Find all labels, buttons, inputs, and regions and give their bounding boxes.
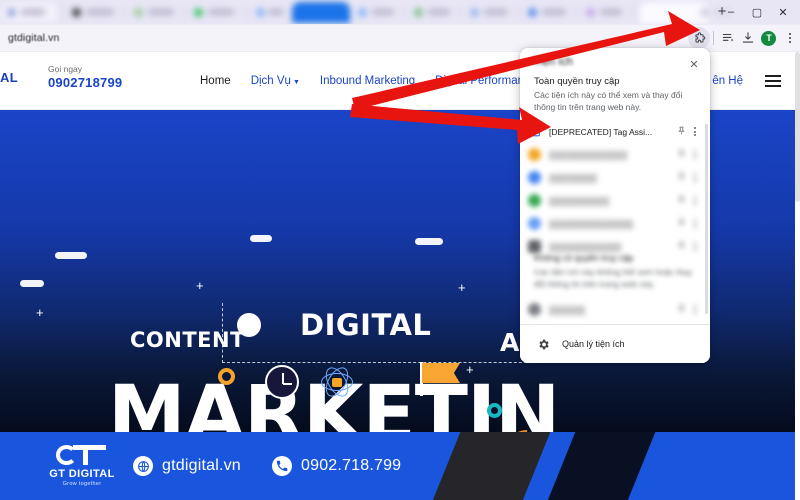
list-item-label: [DEPRECATED] Tag Assi... <box>549 126 653 137</box>
extension-list: [DEPRECATED] Tag Assi... ▒▒▒▒▒▒▒▒▒▒▒▒▒ ▒… <box>520 120 710 258</box>
pin-icon[interactable] <box>674 125 688 139</box>
pin-icon[interactable] <box>674 217 688 231</box>
popup-scrollbar[interactable] <box>705 124 708 314</box>
site-nav-right: ên Hệ <box>712 52 781 110</box>
tag-assistant-icon <box>528 125 541 138</box>
list-item-label: ▒▒▒▒▒▒▒▒▒▒ <box>549 195 610 206</box>
footer-brand-tagline: Grow together <box>62 481 102 487</box>
list-item-label: ▒▒▒▒▒▒▒▒▒▒▒▒▒▒ <box>549 218 634 229</box>
list-item[interactable]: ▒▒▒▒▒▒▒▒ <box>520 166 710 189</box>
pin-icon[interactable] <box>674 148 688 162</box>
call-now-number[interactable]: 0902718799 <box>48 75 122 90</box>
list-item-label: ▒▒▒▒▒▒ <box>549 304 586 315</box>
gear-icon-orange <box>218 368 235 385</box>
site-footer: GT DIGITAL Grow together gtdigital.vn 09… <box>0 432 795 500</box>
chevron-down-icon: ▼ <box>292 79 300 86</box>
no-access-section-desc: Các tiện ích này không thể xem hoặc thay… <box>534 267 693 290</box>
window-controls[interactable]: – ▢ ✕ <box>718 0 796 24</box>
nav-item-home[interactable]: Home <box>200 75 231 87</box>
phone-icon <box>272 456 292 476</box>
pin-icon[interactable] <box>674 194 688 208</box>
footer-phone[interactable]: 0902.718.799 <box>272 456 401 476</box>
globe-icon <box>133 456 153 476</box>
three-dot-menu-icon[interactable] <box>688 218 702 230</box>
extension-icon <box>528 303 541 316</box>
nav-item-lien-he[interactable]: ên Hệ <box>712 75 743 87</box>
extension-icon <box>528 148 541 161</box>
puzzle-piece-icon[interactable] <box>688 27 711 49</box>
atom-icon <box>318 363 356 401</box>
site-logo[interactable]: AL <box>0 70 18 85</box>
hero-word-content: CONTENT <box>130 328 245 352</box>
scrollbar-thumb[interactable] <box>795 52 800 202</box>
close-icon[interactable]: ✕ <box>686 56 702 72</box>
full-access-section-desc: Các tiện ích này có thể xem và thay đổi … <box>534 90 683 113</box>
no-access-section: Không có quyền truy cập Các tiện ích này… <box>534 253 702 291</box>
three-dot-menu-icon[interactable] <box>688 195 702 207</box>
minimize-button[interactable]: – <box>718 0 744 24</box>
pin-icon[interactable] <box>674 240 688 254</box>
gear-icon <box>536 337 550 351</box>
extension-icon <box>528 171 541 184</box>
browser-tab-strip[interactable]: + – ▢ ✕ <box>0 0 800 24</box>
list-item[interactable]: ▒▒▒▒▒▒▒▒▒▒▒▒▒ <box>520 143 710 166</box>
pin-icon[interactable] <box>674 171 688 185</box>
avatar: T <box>761 30 777 46</box>
maximize-button[interactable]: ▢ <box>744 0 770 24</box>
site-nav: Home Dịch Vụ ▼ Inbound Marketing Digital … <box>200 52 565 110</box>
call-now-label: Gọi ngay <box>48 64 83 74</box>
toolbar-actions: T <box>688 25 800 51</box>
extension-icon <box>528 194 541 207</box>
list-item-label: ▒▒▒▒▒▒▒▒▒▒▒▒▒ <box>549 149 628 160</box>
three-dot-menu-icon[interactable] <box>688 172 702 184</box>
list-item-label: ▒▒▒▒▒▒▒▒ <box>549 172 598 183</box>
extension-icon <box>528 240 541 253</box>
footer-website-text: gtdigital.vn <box>162 457 241 474</box>
extensions-popup-title: Tiện ích <box>534 56 573 68</box>
three-dot-menu-icon <box>788 32 791 44</box>
nav-item-inbound-marketing[interactable]: Inbound Marketing <box>320 75 415 87</box>
extension-icon <box>528 217 541 230</box>
profile-avatar[interactable]: T <box>759 26 780 50</box>
hero-word-digital: DIGITAL <box>300 308 432 342</box>
footer-brand-name: GT DIGITAL <box>49 468 115 480</box>
list-item[interactable]: ▒▒▒▒▒▒▒▒▒▒▒▒▒▒ <box>520 212 710 235</box>
address-bar-text: gtdigital.vn <box>8 32 60 44</box>
manage-extensions-label: Quản lý tiện ích <box>562 339 625 349</box>
pin-icon[interactable] <box>674 303 688 317</box>
list-item[interactable]: ▒▒▒▒▒▒ <box>520 298 710 321</box>
three-dot-menu-icon[interactable] <box>688 149 702 161</box>
blurred-tabs[interactable] <box>0 0 730 24</box>
page-scrollbar[interactable] <box>795 52 800 500</box>
call-now-block[interactable]: Gọi ngay 0902718799 <box>48 64 122 90</box>
footer-brand: GT DIGITAL Grow together <box>44 445 120 487</box>
list-item[interactable]: ▒▒▒▒▒▒▒▒▒▒ <box>520 189 710 212</box>
three-dot-menu-icon[interactable] <box>688 241 702 253</box>
nav-item-dich-vu[interactable]: Dịch Vụ ▼ <box>251 75 300 87</box>
full-access-section-title: Toàn quyền truy cập <box>534 76 620 87</box>
extensions-popup[interactable]: Tiện ích ✕ Toàn quyền truy cập Các tiện … <box>520 48 710 363</box>
clock-icon <box>265 365 299 399</box>
gt-digital-logo-icon <box>56 445 108 465</box>
browser-chrome: + – ▢ ✕ gtdigital.vn T <box>0 0 800 52</box>
list-item-label: ▒▒▒▒▒▒▒▒▒▒▒▒ <box>549 241 622 252</box>
footer-phone-text: 0902.718.799 <box>301 457 402 474</box>
browser-menu-button[interactable] <box>779 26 800 50</box>
no-access-section-title: Không có quyền truy cập <box>534 253 634 263</box>
toolbar-divider <box>713 31 715 45</box>
download-icon[interactable] <box>738 26 759 50</box>
list-item[interactable]: [DEPRECATED] Tag Assi... <box>520 120 710 143</box>
gear-icon-teal <box>487 403 502 418</box>
nav-item-dich-vu-label: Dịch Vụ <box>250 75 291 87</box>
close-window-button[interactable]: ✕ <box>770 0 796 24</box>
hamburger-menu-icon[interactable] <box>765 72 781 90</box>
footer-website[interactable]: gtdigital.vn <box>133 456 241 476</box>
three-dot-menu-icon[interactable] <box>688 304 702 316</box>
three-dot-menu-icon[interactable] <box>688 126 702 138</box>
manage-extensions-button[interactable]: Quản lý tiện ích <box>520 325 710 363</box>
reading-list-icon[interactable] <box>717 26 738 50</box>
